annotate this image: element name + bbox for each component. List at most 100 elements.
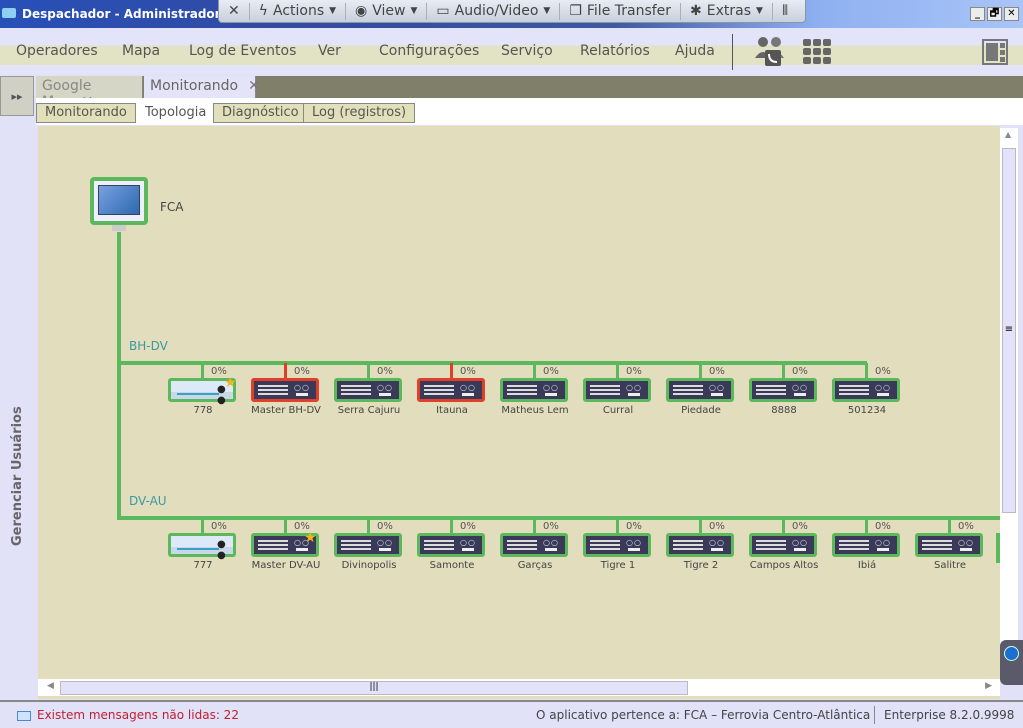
- device-link-line: [450, 518, 453, 534]
- switch-device-icon[interactable]: ● ●: [168, 533, 236, 561]
- subtab-monitorando[interactable]: Monitorando: [36, 103, 136, 123]
- menu-log-de-eventos[interactable]: Log de Eventos: [189, 43, 296, 59]
- toolbar-item-file-transfer[interactable]: ❐ File Transfer: [560, 2, 682, 20]
- manage-users-panel-label[interactable]: Gerenciar Usuários: [10, 406, 25, 546]
- close-button[interactable]: ✕: [1004, 7, 1019, 21]
- toolbar-item-actions[interactable]: ϟ Actions ▼: [250, 2, 347, 20]
- device-load-percent: 0%: [626, 366, 642, 377]
- device-link-line: [450, 363, 453, 379]
- mail-icon[interactable]: [17, 711, 31, 721]
- toolbar-item-label: Extras: [706, 3, 752, 19]
- close-tab-icon[interactable]: ✕: [248, 78, 260, 94]
- radio-device-icon[interactable]: ○○: [500, 533, 568, 557]
- chat-icon: ▭: [436, 3, 450, 19]
- subtab-diagnostico[interactable]: Diagnóstico: [213, 103, 308, 123]
- device-name-label: Tigre 1: [600, 560, 636, 571]
- subtab-log[interactable]: Log (registros): [303, 103, 416, 123]
- app-icon: [2, 8, 16, 18]
- device-link-line: [699, 363, 702, 379]
- menu-bar: Operadores Mapa Log de Eventos Ver Confi…: [0, 28, 1023, 74]
- device-load-percent: 0%: [460, 521, 476, 532]
- toolbar-item-grip-icon[interactable]: ⦀: [773, 3, 797, 20]
- device-name-label: Serra Cajuru: [337, 405, 401, 416]
- network-bus-line: [117, 361, 867, 365]
- radio-device-icon[interactable]: ○○: [417, 378, 485, 402]
- status-separator: [874, 706, 875, 724]
- menu-ajuda[interactable]: Ajuda: [675, 43, 715, 59]
- scroll-up-icon[interactable]: ▲: [1005, 130, 1011, 139]
- expand-panel-button[interactable]: ▸▸: [0, 76, 34, 116]
- menu-relatorios[interactable]: Relatórios: [580, 43, 650, 59]
- radio-device-icon[interactable]: ○○: [500, 378, 568, 402]
- scroll-right-icon[interactable]: ▶: [985, 681, 992, 691]
- radio-device-icon[interactable]: ○○: [666, 533, 734, 557]
- puzzle-icon: ✱: [690, 3, 702, 19]
- device-name-label: Piedade: [681, 405, 721, 416]
- device-name-label: Master DV-AU: [251, 560, 321, 571]
- device-link-line: [284, 518, 287, 534]
- device-link-line: [948, 518, 951, 534]
- radio-device-icon[interactable]: ○○: [417, 533, 485, 557]
- scroll-left-icon[interactable]: ◀: [47, 681, 54, 691]
- grip-icon: ⦀: [781, 3, 789, 19]
- device-load-percent: 0%: [543, 366, 559, 377]
- minimize-button[interactable]: _: [970, 7, 985, 21]
- left-panel: ▸▸ Gerenciar Usuários: [0, 76, 35, 698]
- device-name-label: Master BH-DV: [251, 405, 321, 416]
- unread-messages-link[interactable]: Existem mensagens não lidas: 22: [37, 708, 239, 722]
- menu-ver[interactable]: Ver: [318, 43, 341, 59]
- toolbar-item-label: Audio/Video: [454, 3, 539, 19]
- menu-servico[interactable]: Serviço: [501, 43, 553, 59]
- horizontal-scroll-thumb[interactable]: |||: [60, 681, 688, 695]
- chevron-down-icon: ▼: [756, 6, 763, 16]
- radio-device-icon[interactable]: ○○: [749, 533, 817, 557]
- topology-canvas[interactable]: FCA BH-DV 0% ● ● ★ 778 0% ○○ Master BH-DV 0% ○○ Se…: [38, 126, 1000, 699]
- toolbar-item-close-icon[interactable]: ✕: [219, 2, 250, 20]
- host-trunk-line: [117, 232, 121, 520]
- master-star-icon: ★: [304, 530, 317, 546]
- restore-button[interactable]: 🗗: [987, 7, 1002, 21]
- dialpad-icon[interactable]: [803, 39, 831, 65]
- device-link-line: [616, 518, 619, 534]
- layout-panel-icon[interactable]: [982, 39, 1008, 65]
- tab-monitorando[interactable]: Monitorando ✕: [144, 76, 260, 98]
- menu-mapa[interactable]: Mapa: [122, 43, 160, 59]
- host-monitor-icon[interactable]: [90, 177, 148, 231]
- toolbar-item-audio-video[interactable]: ▭ Audio/Video ▼: [427, 2, 561, 20]
- menu-operadores[interactable]: Operadores: [16, 43, 98, 59]
- device-name-label: Salitre: [934, 560, 966, 571]
- device-name-label: 778: [193, 405, 213, 416]
- radio-device-icon[interactable]: ○○: [334, 378, 402, 402]
- device-name-label: Itauna: [436, 405, 468, 416]
- device-link-line: [367, 363, 370, 379]
- vertical-scroll-thumb[interactable]: ≡: [1002, 148, 1016, 513]
- device-link-line: [367, 518, 370, 534]
- radio-device-icon[interactable]: ○○: [334, 533, 402, 557]
- radio-device-icon[interactable]: ○○: [832, 533, 900, 557]
- radio-device-icon[interactable]: ○○: [583, 533, 651, 557]
- radio-device-icon[interactable]: ○○: [832, 378, 900, 402]
- close-icon: ✕: [228, 3, 240, 19]
- toolbar-item-extras[interactable]: ✱ Extras ▼: [681, 2, 773, 20]
- teamviewer-panel-tab[interactable]: [1000, 640, 1023, 685]
- device-name-label: Samonte: [429, 560, 475, 571]
- horizontal-scrollbar[interactable]: ◀ ||| ▶: [38, 678, 1000, 696]
- radio-device-icon[interactable]: ○○: [749, 378, 817, 402]
- radio-device-icon[interactable]: ○○: [583, 378, 651, 402]
- toolbar-item-view[interactable]: ◉ View ▼: [346, 2, 428, 20]
- menu-configuracoes[interactable]: Configurações: [379, 43, 479, 59]
- device-name-label: 501234: [847, 405, 887, 416]
- device-name-label: Ibiá: [857, 560, 877, 571]
- master-star-icon: ★: [224, 375, 237, 391]
- radio-device-icon[interactable]: ○○: [915, 533, 983, 557]
- operators-call-icon[interactable]: [754, 36, 788, 66]
- tab-google-map[interactable]: Google Map✕: [36, 76, 143, 110]
- radio-device-icon[interactable]: ○○: [666, 378, 734, 402]
- subtab-topologia[interactable]: Topologia: [136, 103, 216, 123]
- device-link-line: [201, 518, 204, 534]
- toolbar-item-label: File Transfer: [586, 3, 672, 19]
- vertical-scrollbar[interactable]: ▲ ≡: [1000, 128, 1018, 681]
- radio-device-icon[interactable]: ○○: [251, 378, 319, 402]
- device-load-percent: 0%: [875, 521, 891, 532]
- chevron-down-icon: ▼: [543, 6, 551, 16]
